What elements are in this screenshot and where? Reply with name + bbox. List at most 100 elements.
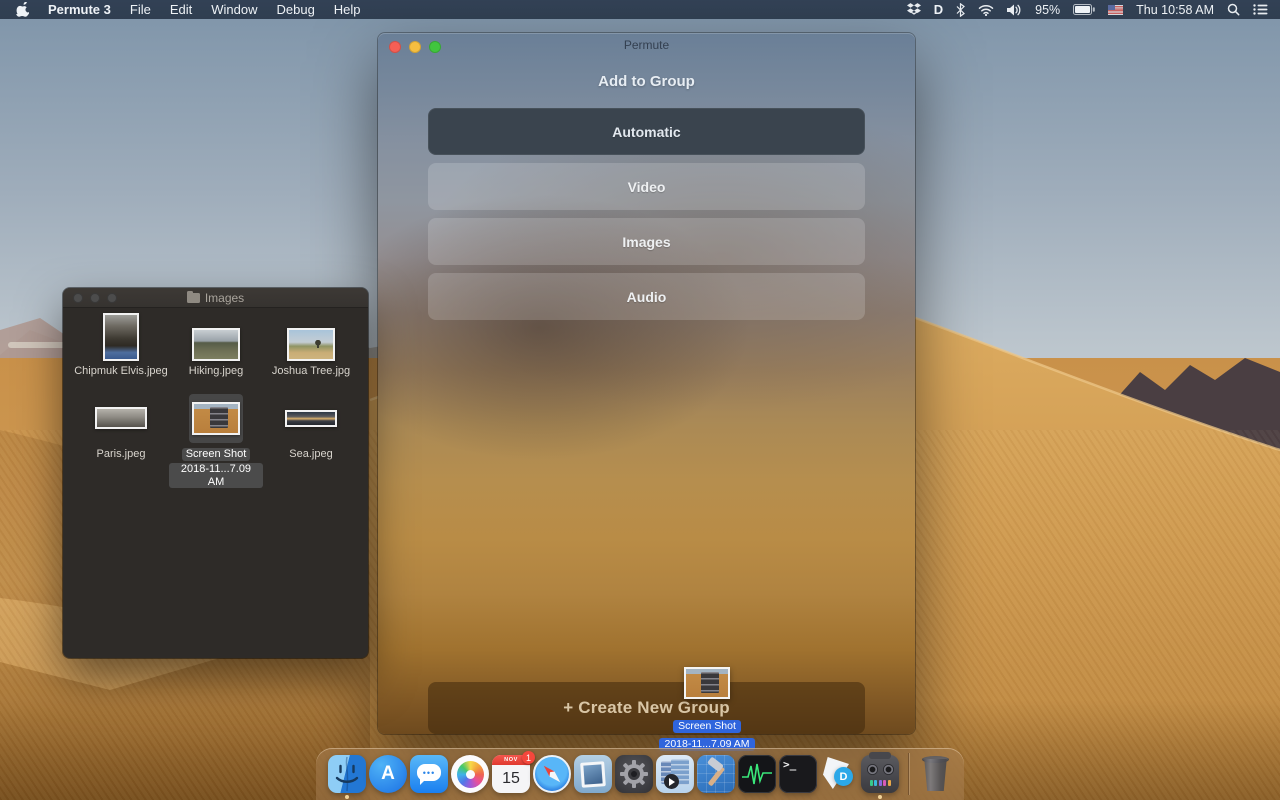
speech-bubble: ••• (417, 764, 441, 781)
xcode-icon (697, 755, 735, 793)
eq-bar (870, 780, 873, 786)
image-thumbnail (103, 313, 139, 361)
robot-eyes (861, 764, 899, 775)
file-thumb-box (169, 307, 263, 361)
mini-window-art (701, 672, 719, 693)
permute-window-title: Permute (378, 38, 915, 52)
dock-icon-activity-monitor[interactable] (738, 755, 776, 793)
file-name: Paris.jpeg (74, 448, 168, 461)
permute-window: Permute Add to Group Automatic Video Ima… (378, 33, 915, 734)
file-name: Sea.jpeg (264, 448, 358, 461)
d-app-icon[interactable]: D (934, 2, 943, 17)
menu-clock[interactable]: Thu 10:58 AM (1136, 3, 1214, 17)
group-button-images[interactable]: Images (428, 218, 865, 265)
robot-eye (883, 764, 894, 775)
group-button-audio[interactable]: Audio (428, 273, 865, 320)
dock-icon-permute[interactable] (861, 755, 899, 793)
quicktime-icon (656, 755, 694, 793)
input-flag-icon[interactable] (1108, 5, 1123, 15)
play-badge (664, 774, 679, 789)
dropbox-icon[interactable] (907, 3, 921, 16)
spotlight-icon[interactable] (1227, 3, 1240, 16)
dock-icon-messages[interactable]: ••• (410, 755, 448, 793)
stamp-inner-art (583, 764, 602, 784)
file-item-paris[interactable]: Paris.jpeg (74, 392, 168, 461)
dock: A ••• NOV 15 1 (316, 748, 964, 800)
dock-icon-trash[interactable] (918, 754, 952, 794)
wifi-icon[interactable] (978, 4, 994, 16)
dock-icon-photos[interactable] (451, 755, 489, 793)
menu-bar-left: Permute 3 File Edit Window Debug Help (0, 2, 361, 17)
file-item-joshua-tree[interactable]: Joshua Tree.jpg (264, 307, 358, 378)
dock-icon-mail[interactable] (574, 755, 612, 793)
eq-bar (883, 780, 886, 786)
file-name-line1: Screen Shot (182, 448, 251, 461)
safari-icon (533, 755, 571, 793)
finder-titlebar[interactable]: Images (63, 288, 368, 308)
notification-center-icon[interactable] (1253, 4, 1268, 15)
menu-debug[interactable]: Debug (276, 2, 314, 17)
volume-icon[interactable] (1007, 4, 1022, 16)
dock-icon-downie[interactable]: D (820, 755, 858, 793)
terminal-icon: >_ (779, 755, 817, 793)
file-thumb-box (74, 392, 168, 444)
dock-separator (908, 753, 909, 795)
dock-icon-quicktime[interactable] (656, 755, 694, 793)
finder-minimize-button[interactable] (90, 293, 100, 303)
mail-icon (574, 755, 612, 793)
dock-icon-xcode[interactable] (697, 755, 735, 793)
menu-help[interactable]: Help (334, 2, 361, 17)
eq-bar (879, 780, 882, 786)
downie-icon: D (820, 755, 858, 793)
file-item-hiking[interactable]: Hiking.jpeg (169, 307, 263, 378)
calendar-day: 15 (492, 765, 530, 793)
dock-icon-terminal[interactable]: >_ (779, 755, 817, 793)
running-indicator (345, 795, 349, 799)
finder-close-button[interactable] (73, 293, 83, 303)
image-thumbnail (95, 407, 147, 429)
dock-icon-calendar[interactable]: NOV 15 1 (492, 755, 530, 793)
menu-file[interactable]: File (130, 2, 151, 17)
dock-icon-finder[interactable] (328, 755, 366, 793)
drag-ghost-thumbnail[interactable] (684, 667, 730, 699)
drag-label-line1: Screen Shot (673, 720, 741, 733)
bluetooth-icon[interactable] (956, 3, 965, 17)
menu-app-name[interactable]: Permute 3 (48, 2, 111, 17)
photos-icon (451, 755, 489, 793)
finder-window: Images Chipmuk Elvis.jpeg Hiking.jpeg Jo… (63, 288, 368, 658)
robot-eye (867, 764, 878, 775)
finder-title-text: Images (205, 291, 244, 305)
file-item-chipmuk-elvis[interactable]: Chipmuk Elvis.jpeg (74, 307, 168, 378)
finder-zoom-button[interactable] (107, 293, 117, 303)
battery-percent: 95% (1035, 3, 1060, 17)
file-item-screen-shot[interactable]: Screen Shot 2018-11...7.09 AM (169, 392, 263, 490)
permute-icon (861, 755, 899, 793)
image-thumbnail (287, 328, 335, 361)
messages-icon: ••• (410, 755, 448, 793)
dock-icon-safari[interactable] (533, 755, 571, 793)
file-thumb-box (74, 307, 168, 361)
terminal-prompt-glyph: >_ (783, 758, 796, 771)
finder-traffic-lights (73, 293, 117, 303)
image-thumbnail (285, 410, 337, 427)
group-button-video[interactable]: Video (428, 163, 865, 210)
drag-ghost-label: Screen Shot 2018-11...7.09 AM (627, 716, 787, 752)
menu-window[interactable]: Window (211, 2, 257, 17)
selection-highlight (189, 394, 243, 443)
dock-icon-app-store[interactable]: A (369, 755, 407, 793)
battery-icon[interactable] (1073, 4, 1095, 15)
finder-window-title: Images (187, 291, 244, 305)
file-name-selected: Screen Shot 2018-11...7.09 AM (169, 444, 263, 490)
group-button-automatic[interactable]: Automatic (428, 108, 865, 155)
apple-menu-icon[interactable] (16, 2, 29, 17)
menu-edit[interactable]: Edit (170, 2, 192, 17)
file-name: Hiking.jpeg (169, 365, 263, 378)
running-indicator (878, 795, 882, 799)
eq-bar (874, 780, 877, 786)
calendar-icon: NOV 15 1 (492, 755, 530, 793)
file-name: Joshua Tree.jpg (264, 365, 358, 378)
file-name-line2: 2018-11...7.09 AM (169, 463, 263, 488)
dock-icon-system-preferences[interactable] (615, 755, 653, 793)
eq-bar (888, 780, 891, 786)
file-item-sea[interactable]: Sea.jpeg (264, 392, 358, 461)
